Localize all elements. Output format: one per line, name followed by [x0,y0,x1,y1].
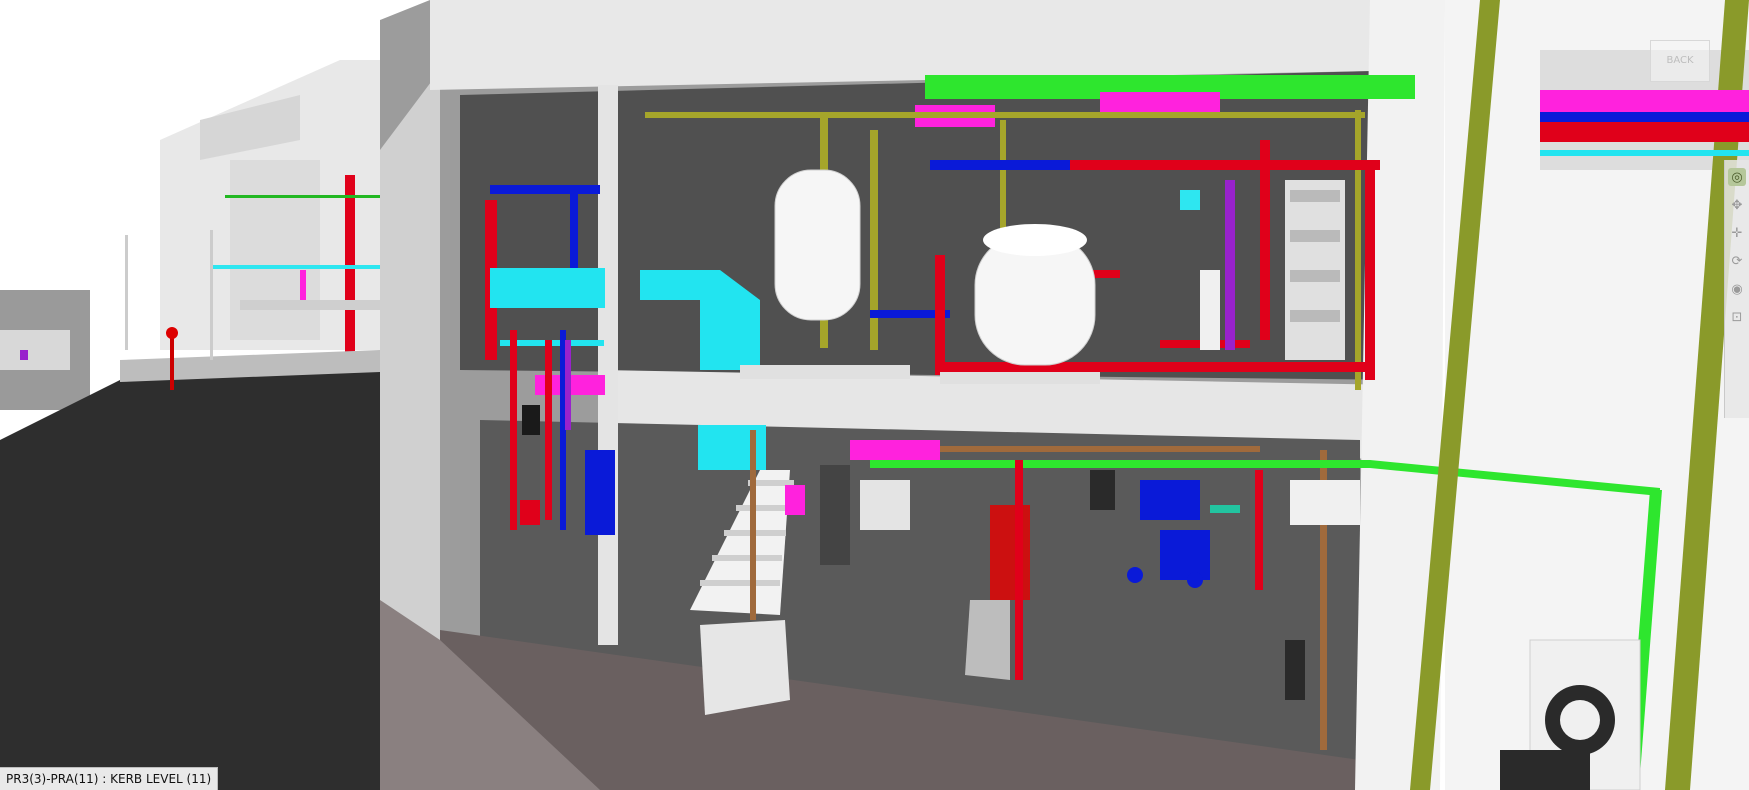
building-services-model[interactable] [0,0,1749,790]
extents-glyph: ⊡ [1731,309,1743,325]
viewcube[interactable]: BACK [1650,40,1710,82]
zoom-icon[interactable]: ✛ [1728,224,1746,242]
orbit-glyph: ⟳ [1731,253,1743,269]
zoom-glyph: ✛ [1731,225,1743,241]
light-pole [125,235,128,350]
pan-glyph: ✥ [1731,197,1743,213]
view-name-label: PR3(3)-PRA(11) : KERB LEVEL (11) [0,767,219,790]
3d-model-viewport[interactable]: BACK ◎ ✥ ✛ ⟳ ◉ ⊡ PR3(3)-PRA(11) : KERB L… [0,0,1749,790]
extents-icon[interactable]: ⊡ [1728,308,1746,326]
orbit-icon[interactable]: ⟳ [1728,252,1746,270]
steering-wheel-icon[interactable]: ◎ [1728,168,1746,186]
light-pole [210,230,213,360]
road [0,360,380,790]
look-icon[interactable]: ◉ [1728,280,1746,298]
navigation-bar: ◎ ✥ ✛ ⟳ ◉ ⊡ [1724,160,1749,418]
look-glyph: ◉ [1731,281,1743,297]
stop-sign [166,327,178,339]
steering-wheel-glyph: ◎ [1731,169,1743,185]
viewcube-face-label: BACK [1666,55,1694,66]
pan-icon[interactable]: ✥ [1728,196,1746,214]
